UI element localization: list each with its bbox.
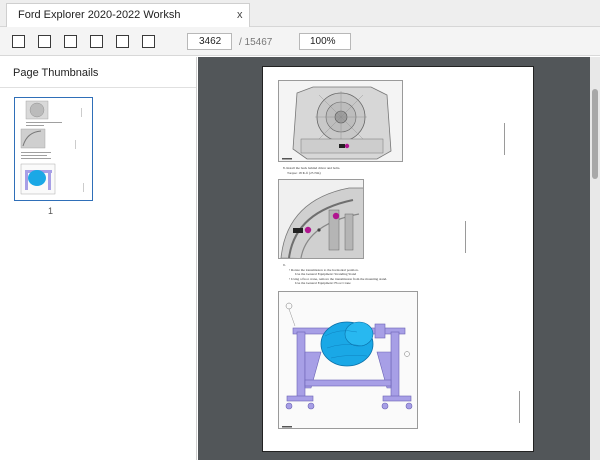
toolbar-button-5[interactable] — [116, 35, 129, 48]
figure-transmission-stand — [278, 291, 418, 429]
toolbar-button-3[interactable] — [64, 35, 77, 48]
step-9-bullet-2-detail: Use the General Equipment: Floor Crane — [295, 281, 351, 285]
step-9-text: 9. — [283, 263, 286, 267]
page-number-input[interactable]: 3462 — [187, 33, 232, 50]
scrollbar-thumb[interactable] — [592, 89, 598, 179]
close-tab-button[interactable]: x — [237, 9, 243, 21]
step-9-bullet-1-detail: Use the General Equipment: Stranding Sta… — [295, 272, 357, 276]
pdf-viewer-window: Ford Explorer 2020-2022 Worksh x 3462 / … — [0, 0, 600, 460]
vertical-scrollbar[interactable] — [590, 57, 600, 460]
revision-bar-2 — [465, 221, 466, 253]
figure-bolt-detail — [278, 179, 364, 259]
toolbar-button-6[interactable] — [142, 35, 155, 48]
sidebar-header: Page Thumbnails — [0, 57, 196, 88]
tab-bar: Ford Explorer 2020-2022 Worksh x — [0, 0, 600, 27]
toolbar: 3462 / 15467 100% — [0, 27, 600, 56]
zoom-input[interactable]: 100% — [299, 33, 351, 50]
figure-transmission-housing — [278, 80, 403, 162]
sidebar-title: Page Thumbnails — [13, 67, 99, 79]
page-thumbnail[interactable] — [14, 97, 93, 201]
revision-bar-3 — [519, 391, 520, 423]
toolbar-button-2[interactable] — [38, 35, 51, 48]
revision-bar-1 — [504, 123, 505, 155]
toolbar-button-1[interactable] — [12, 35, 25, 48]
document-page: 8. Install the back behind driver and bo… — [262, 66, 534, 452]
page-total: / 15467 — [239, 37, 273, 48]
step-8-text: 8. Install the back behind driver and bo… — [283, 166, 341, 170]
step-8-torque: Torque: 18 lb.ft (25 Nm) — [287, 171, 321, 175]
toolbar-button-4[interactable] — [90, 35, 103, 48]
thumbnail-page-label: 1 — [48, 206, 54, 216]
thumbnail-preview — [15, 98, 92, 200]
document-tab[interactable]: Ford Explorer 2020-2022 Worksh x — [6, 3, 250, 27]
tab-title: Ford Explorer 2020-2022 Worksh — [18, 9, 181, 21]
thumbnail-sidebar: Page Thumbnails 1 — [0, 57, 197, 460]
